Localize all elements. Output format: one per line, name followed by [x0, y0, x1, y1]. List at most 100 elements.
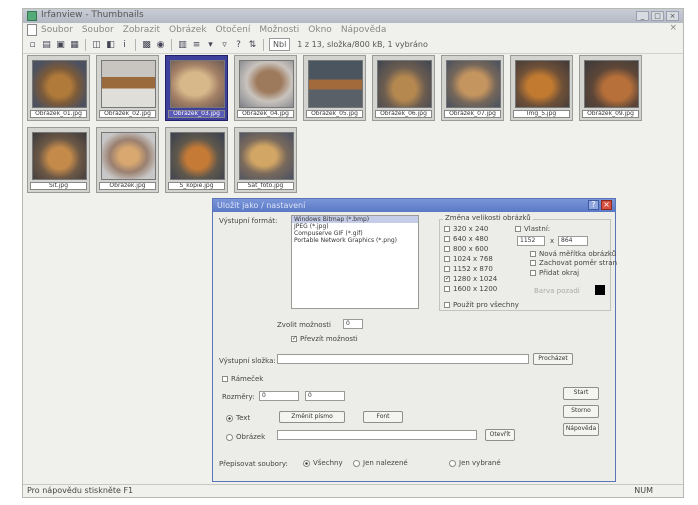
size-option[interactable]: 640 x 480 [444, 235, 488, 243]
text-radio-row[interactable]: Text [226, 414, 250, 422]
open-image-button[interactable]: Otevřít [485, 429, 515, 441]
thumbnail[interactable]: Img_5.jpg [510, 55, 573, 121]
thumbnail[interactable]: Sit.jpg [27, 127, 90, 193]
menu-help[interactable]: Nápověda [341, 25, 387, 35]
thumbnail-image [32, 60, 87, 108]
custom-width-field[interactable]: 1152 [517, 236, 545, 246]
thumbnail[interactable]: Obrázek_04.jpg [234, 55, 297, 121]
format-option[interactable]: Windows Bitmap (*.bmp) [292, 216, 418, 223]
thumbnail-caption: Obrázek_04.jpg [237, 110, 294, 118]
menu-file-2[interactable]: Soubor [82, 25, 114, 35]
change-font-button[interactable]: Změnit písmo [279, 411, 345, 423]
close-document-icon[interactable]: × [669, 23, 677, 33]
save-icon[interactable]: ▣ [55, 39, 66, 50]
sort-icon[interactable]: ⇅ [247, 39, 258, 50]
image-path-field[interactable] [277, 430, 477, 440]
thumbnail[interactable]: Obrázek_02.jpg [96, 55, 159, 121]
format-option[interactable]: JPEG (*.jpg) [292, 223, 418, 230]
image-radio-row[interactable]: Obrázek [226, 433, 265, 441]
menu-view[interactable]: Zobrazit [123, 25, 160, 35]
thumbnail[interactable]: Obrázek_09.jpg [579, 55, 642, 121]
frame-y-field[interactable]: 0 [305, 391, 345, 401]
dialog-title-bar: Uložit jako / nastavení ? × [213, 199, 615, 212]
custom-size-label: Vlastní: [524, 225, 551, 233]
close-window-button[interactable]: × [666, 11, 679, 21]
menu-window[interactable]: Okno [308, 25, 332, 35]
info-icon[interactable]: i [119, 39, 130, 50]
dialog-help-button[interactable]: ? [588, 200, 599, 210]
print-icon[interactable]: ▦ [69, 39, 80, 50]
open-icon[interactable]: ▤ [41, 39, 52, 50]
size-option-checked[interactable]: ✓ 1280 x 1024 [444, 275, 497, 283]
thumbnail[interactable]: S_kopie.jpg [165, 127, 228, 193]
frame-checkbox[interactable] [222, 376, 228, 382]
keep-ratio-option[interactable]: Nová měřítka obrázků [530, 250, 616, 258]
thumbnail[interactable]: Obrázek_01.jpg [27, 55, 90, 121]
text-radio[interactable] [226, 414, 233, 422]
image-radio[interactable] [226, 433, 233, 441]
font-button[interactable]: Font [363, 411, 403, 423]
window-controls: _ □ × [636, 11, 679, 21]
thumbnail-selected[interactable]: Obrázek_03.jpg [165, 55, 228, 121]
frame-x-field[interactable]: 0 [259, 391, 299, 401]
status-num: NUM [634, 486, 653, 495]
size-option[interactable]: 1152 x 870 [444, 265, 493, 273]
thumbnails-icon[interactable]: ▩ [141, 39, 152, 50]
start-button[interactable]: Start [563, 387, 599, 400]
size-option[interactable]: 320 x 240 [444, 225, 488, 233]
custom-height-field[interactable]: 864 [558, 236, 588, 246]
preserve-option[interactable]: Zachovat poměr stran [530, 259, 617, 267]
thumbnail[interactable]: Sat_foto.jpg [234, 127, 297, 193]
find-icon[interactable]: ◉ [155, 39, 166, 50]
thumbnail[interactable]: Obrázek_05.jpg [303, 55, 366, 121]
quality-field[interactable]: 0 [343, 319, 363, 329]
copy-icon[interactable]: ◫ [91, 39, 102, 50]
document-icon [27, 24, 37, 36]
maximize-button[interactable]: □ [651, 11, 664, 21]
output-folder-field[interactable] [277, 354, 529, 364]
thumbnail-caption: Obrázek_05.jpg [306, 110, 363, 118]
quality-checkbox[interactable]: ✓ [291, 336, 297, 342]
filter-icon[interactable]: ▿ [219, 39, 230, 50]
paste-icon[interactable]: ◧ [105, 39, 116, 50]
bg-color-swatch[interactable] [595, 285, 605, 295]
minimize-button[interactable]: _ [636, 11, 649, 21]
apply-all-option[interactable]: Použít pro všechny [444, 301, 519, 309]
format-option[interactable]: Compuserve GIF (*.gif) [292, 230, 418, 237]
custom-size-row[interactable]: Vlastní: [515, 225, 550, 233]
menu-rotate[interactable]: Otočení [216, 25, 251, 35]
format-option[interactable]: Portable Network Graphics (*.png) [292, 237, 418, 244]
border-option[interactable]: Přidat okraj [530, 269, 579, 277]
dropdown-arrow-icon[interactable]: ▾ [205, 39, 216, 50]
size-option[interactable]: 800 x 600 [444, 245, 488, 253]
thumbnail-caption: Img_5.jpg [513, 110, 570, 118]
browse-button[interactable]: Procházet [533, 353, 573, 365]
thumbnail[interactable]: Obrázek.jpg [96, 127, 159, 193]
overwrite-option-all[interactable]: Všechny [303, 459, 343, 467]
thumbnail[interactable]: Obrázek_06.jpg [372, 55, 435, 121]
view-mode-icon[interactable]: ▥ [177, 39, 188, 50]
toolbar-field[interactable]: Nbl [269, 38, 291, 51]
quality-checkbox-row[interactable]: ✓ Převzít možnosti [291, 335, 358, 343]
custom-size-checkbox[interactable] [515, 226, 521, 232]
toolbar-separator [85, 38, 86, 51]
new-icon[interactable]: ▫ [27, 39, 38, 50]
list-icon[interactable]: ≡ [191, 39, 202, 50]
dialog-close-button[interactable]: × [601, 200, 612, 210]
size-option[interactable]: 1024 x 768 [444, 255, 493, 263]
overwrite-option-found[interactable]: Jen nalezené [353, 459, 408, 467]
thumbnail-image [446, 60, 501, 108]
size-option[interactable]: 1600 x 1200 [444, 285, 497, 293]
frame-checkbox-row[interactable]: Rámeček [222, 375, 263, 383]
quality-checkbox-label: Převzít možnosti [300, 335, 358, 343]
thumbnail-image [239, 132, 294, 180]
cancel-button[interactable]: Storno [563, 405, 599, 418]
menu-image[interactable]: Obrázek [169, 25, 207, 35]
menu-file[interactable]: Soubor [41, 25, 73, 35]
help-icon[interactable]: ? [233, 39, 244, 50]
help-button[interactable]: Nápověda [563, 423, 599, 436]
format-listbox[interactable]: Windows Bitmap (*.bmp) JPEG (*.jpg) Comp… [291, 215, 419, 309]
thumbnail[interactable]: Obrázek_07.jpg [441, 55, 504, 121]
overwrite-option-selected[interactable]: Jen vybrané [449, 459, 501, 467]
menu-options[interactable]: Možnosti [259, 25, 299, 35]
